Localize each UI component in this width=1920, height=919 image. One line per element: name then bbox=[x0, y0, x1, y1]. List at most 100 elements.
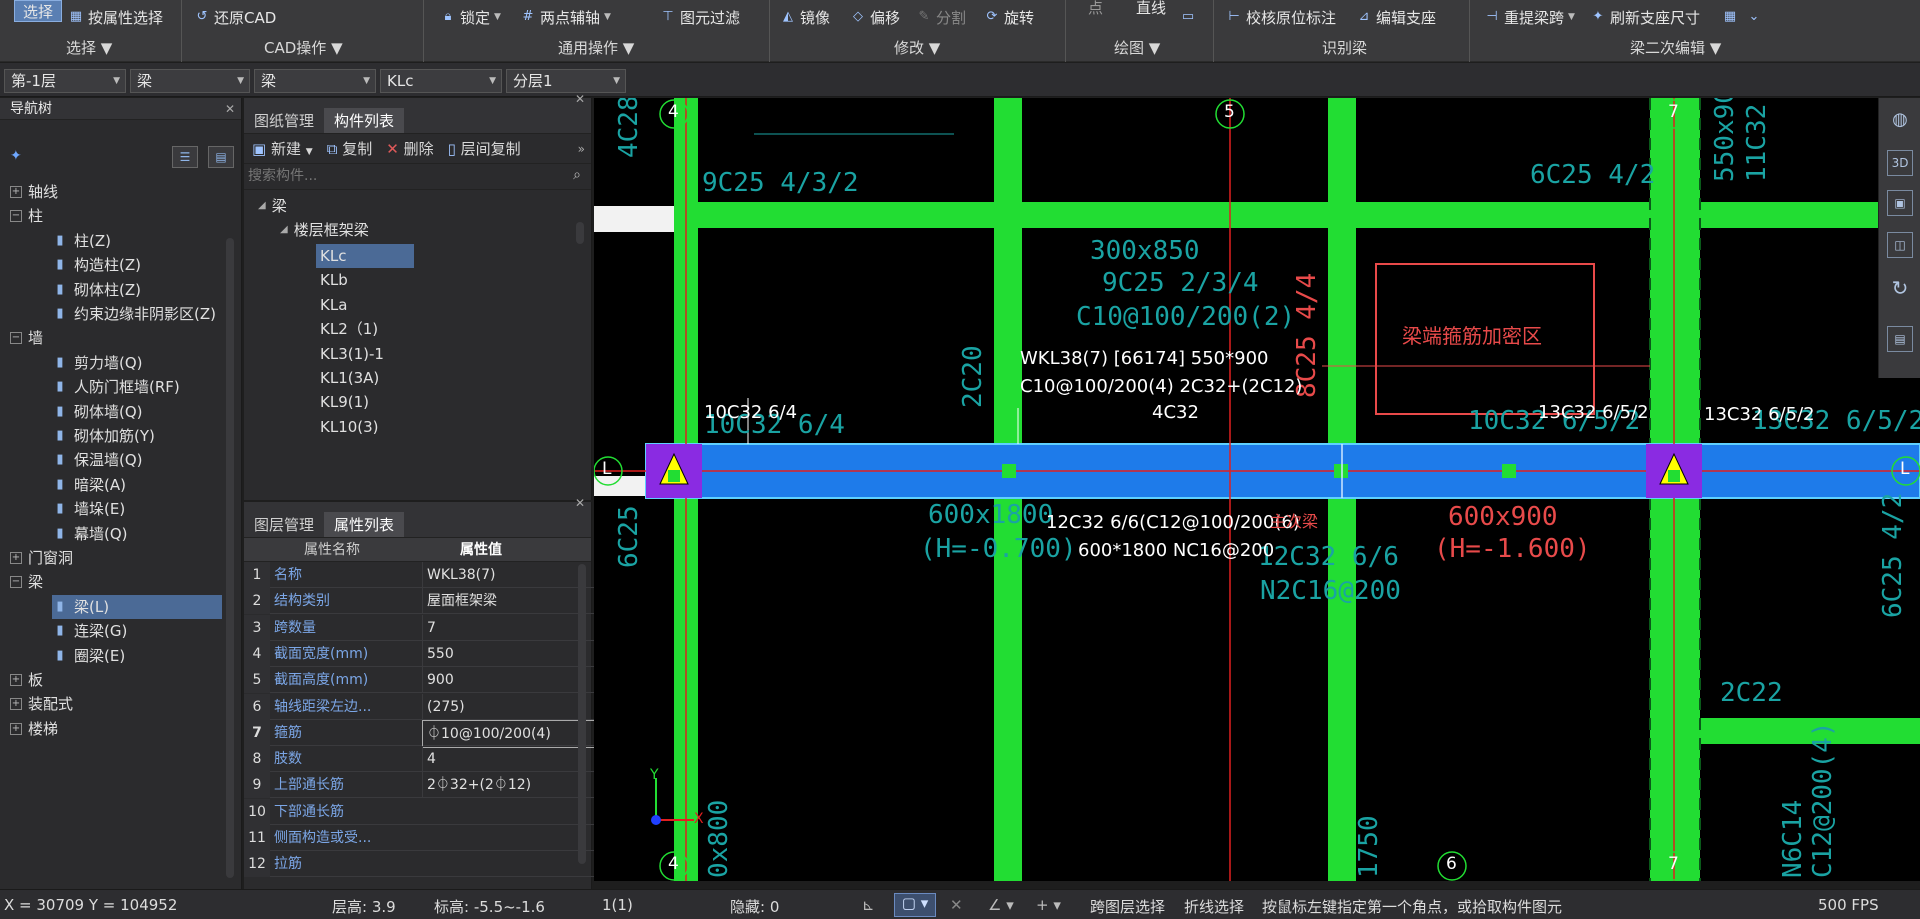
ribbon-group-label[interactable]: 梁二次编辑 ▼ bbox=[1630, 37, 1721, 58]
property-row[interactable]: 12 拉筋 bbox=[244, 851, 596, 878]
edit-support-button[interactable]: ⊿ 编辑支座 bbox=[1356, 4, 1436, 30]
overflow-icon[interactable]: » bbox=[578, 142, 585, 156]
property-row[interactable]: 9 上部通长筋 2⏀32+(2⏀12) bbox=[244, 772, 596, 799]
restore-cad-button[interactable]: ↺ 还原CAD bbox=[194, 4, 277, 30]
property-value[interactable]: WKL38(7) bbox=[422, 562, 596, 588]
close-icon[interactable]: ✕ bbox=[575, 92, 585, 106]
rotate-view-icon[interactable]: ↻ bbox=[1887, 276, 1913, 302]
two-point-axis-button[interactable]: # 两点辅轴 ▼ bbox=[520, 4, 611, 30]
tree-node-root[interactable]: ◢ 梁 bbox=[258, 194, 287, 218]
layout-icon[interactable]: ▤ bbox=[1887, 326, 1913, 352]
nav-item[interactable]: + 楼梯 bbox=[10, 717, 224, 741]
beam-grip[interactable] bbox=[1502, 464, 1516, 478]
nav-item[interactable]: ▮ 砌体墙(Q) bbox=[52, 400, 222, 424]
expand-icon[interactable]: + bbox=[10, 186, 22, 198]
nav-item[interactable]: ▮ 人防门框墙(RF) bbox=[52, 375, 222, 399]
globe-icon[interactable]: ◍ bbox=[1887, 108, 1913, 134]
cross-floor-select-button[interactable]: 跨图层选择 bbox=[1090, 896, 1165, 917]
collapse-icon[interactable]: − bbox=[10, 210, 22, 223]
nav-item[interactable]: + 板 bbox=[10, 668, 224, 692]
type-select[interactable]: 梁 ▼ bbox=[254, 69, 376, 93]
component-item[interactable]: KL3(1)-1 bbox=[316, 342, 414, 366]
search-icon[interactable]: ⌕ bbox=[573, 167, 581, 183]
nav-item[interactable]: ▮ 约束边缘非阴影区(Z) bbox=[52, 302, 222, 326]
list-view-icon[interactable]: ☰ bbox=[172, 146, 198, 168]
property-value[interactable]: 7 bbox=[422, 614, 596, 641]
offset-button[interactable]: ◇ 偏移 bbox=[850, 4, 900, 30]
nav-item[interactable]: ▮ 构造柱(Z) bbox=[52, 253, 222, 277]
expand-icon[interactable]: + bbox=[10, 722, 22, 735]
close-icon[interactable]: ✕ bbox=[575, 496, 585, 510]
nav-item[interactable]: ▮ 暗梁(A) bbox=[52, 473, 222, 497]
scrollbar[interactable] bbox=[576, 222, 584, 244]
tab-drawing-manage[interactable]: 图纸管理 bbox=[244, 108, 324, 133]
layer-select[interactable]: 分层1 ▼ bbox=[506, 69, 626, 93]
property-value[interactable]: 4 bbox=[422, 746, 596, 773]
lock-button[interactable]: 🔒︎ 锁定 ▼ bbox=[440, 4, 501, 30]
polyline-select-button[interactable]: 折线选择 bbox=[1184, 896, 1244, 917]
property-value[interactable]: 550 bbox=[422, 640, 596, 667]
drawing-canvas[interactable]: 4 5 7 4 6 7 L L 9C25 4/3/2 6C25 4/2 300x… bbox=[594, 98, 1920, 881]
nav-item[interactable]: − 柱 bbox=[10, 204, 224, 228]
property-row[interactable]: 8 肢数 4 bbox=[244, 746, 596, 773]
mirror-button[interactable]: ◭ 镜像 bbox=[780, 4, 830, 30]
select-mode-icon[interactable]: ▢ ▾ bbox=[894, 893, 936, 917]
property-value[interactable]: 900 bbox=[422, 667, 596, 694]
line-button[interactable]: 直线 bbox=[1136, 0, 1166, 20]
expand-icon[interactable]: + bbox=[10, 552, 22, 564]
nav-item[interactable]: ▮ 保温墙(Q) bbox=[52, 448, 222, 472]
element-filter-button[interactable]: ⊤ 图元过滤 bbox=[660, 4, 740, 30]
ribbon-group-label[interactable]: 通用操作 ▼ bbox=[558, 37, 634, 58]
more-button[interactable]: ⌄ bbox=[1746, 4, 1762, 30]
draw-rect-button[interactable]: ▭ bbox=[1180, 4, 1196, 30]
expand-icon[interactable]: + bbox=[10, 698, 22, 711]
snap-icon[interactable]: + ▾ bbox=[1036, 896, 1061, 914]
component-item[interactable]: KLb bbox=[316, 268, 414, 292]
ortho-icon[interactable]: ⊾ bbox=[862, 896, 875, 914]
property-row[interactable]: 7 箍筋 ⏀10@100/200(4) bbox=[244, 719, 596, 748]
point-button[interactable]: 点 bbox=[1088, 0, 1103, 20]
property-value[interactable]: (275) bbox=[422, 693, 596, 720]
nav-item[interactable]: ▮ 砌体加筋(Y) bbox=[52, 424, 222, 448]
component-select[interactable]: KLc ▼ bbox=[380, 69, 502, 93]
property-row[interactable]: 4 截面宽度(mm) 550 bbox=[244, 640, 596, 667]
nav-item[interactable]: ▮ 柱(Z) bbox=[52, 229, 222, 253]
refresh-support-size-button[interactable]: ✦ 刷新支座尺寸 bbox=[1590, 4, 1700, 30]
select-by-property-button[interactable]: ▦ 按属性选择 bbox=[68, 4, 163, 30]
search-input[interactable] bbox=[244, 164, 544, 188]
column-grip[interactable] bbox=[1668, 470, 1680, 482]
nav-item[interactable]: ▮ 砌体柱(Z) bbox=[52, 278, 222, 302]
nav-item[interactable]: ▮ 梁(L) bbox=[52, 594, 222, 619]
delete-button[interactable]: ✕ 删除 bbox=[386, 138, 433, 159]
table-button[interactable]: ▦ bbox=[1722, 4, 1738, 30]
close-icon[interactable]: ✕ bbox=[225, 98, 235, 120]
view-top-icon[interactable]: ▣ bbox=[1887, 190, 1913, 216]
rotate-button[interactable]: ⟳ 旋转 bbox=[984, 4, 1034, 30]
component-item[interactable]: KLc bbox=[316, 244, 414, 268]
component-item[interactable]: KL2（1) bbox=[316, 317, 414, 341]
component-item[interactable]: KL9(1) bbox=[316, 390, 414, 414]
tab-property-list[interactable]: 属性列表 bbox=[324, 512, 405, 537]
property-row[interactable]: 11 侧面构造或受... bbox=[244, 825, 596, 851]
nav-item[interactable]: ▮ 圈梁(E) bbox=[52, 644, 222, 668]
floor-copy-button[interactable]: ▯ 层间复制 bbox=[448, 138, 521, 159]
cad-drawing[interactable] bbox=[594, 98, 1920, 881]
cross-icon[interactable]: ✕ bbox=[950, 896, 963, 914]
ribbon-group-label[interactable]: 绘图 ▼ bbox=[1114, 37, 1160, 58]
category-select[interactable]: 梁 ▼ bbox=[130, 69, 250, 93]
scrollbar[interactable] bbox=[226, 238, 234, 878]
select-button[interactable]: 选择 bbox=[14, 0, 63, 22]
property-row[interactable]: 1 名称 WKL38(7) bbox=[244, 562, 596, 588]
sparkle-icon[interactable]: ✦ bbox=[10, 148, 22, 164]
view-iso-icon[interactable]: ◫ bbox=[1887, 232, 1913, 258]
property-row[interactable]: 3 跨数量 7 bbox=[244, 614, 596, 641]
view-3d-icon[interactable]: 3D bbox=[1887, 150, 1913, 176]
nav-item[interactable]: ▮ 连梁(G) bbox=[52, 619, 222, 643]
tab-component-list[interactable]: 构件列表 bbox=[324, 108, 405, 133]
beam-grip[interactable] bbox=[1002, 464, 1016, 478]
re-extract-span-button[interactable]: ⊣ 重提梁跨 ▼ bbox=[1484, 4, 1575, 30]
floor-select[interactable]: 第-1层 ▼ bbox=[4, 69, 126, 93]
nav-item[interactable]: ▮ 幕墙(Q) bbox=[52, 522, 222, 546]
check-annotation-button[interactable]: ⊢ 校核原位标注 bbox=[1226, 4, 1336, 30]
property-value[interactable]: ⏀10@100/200(4) bbox=[422, 719, 596, 748]
